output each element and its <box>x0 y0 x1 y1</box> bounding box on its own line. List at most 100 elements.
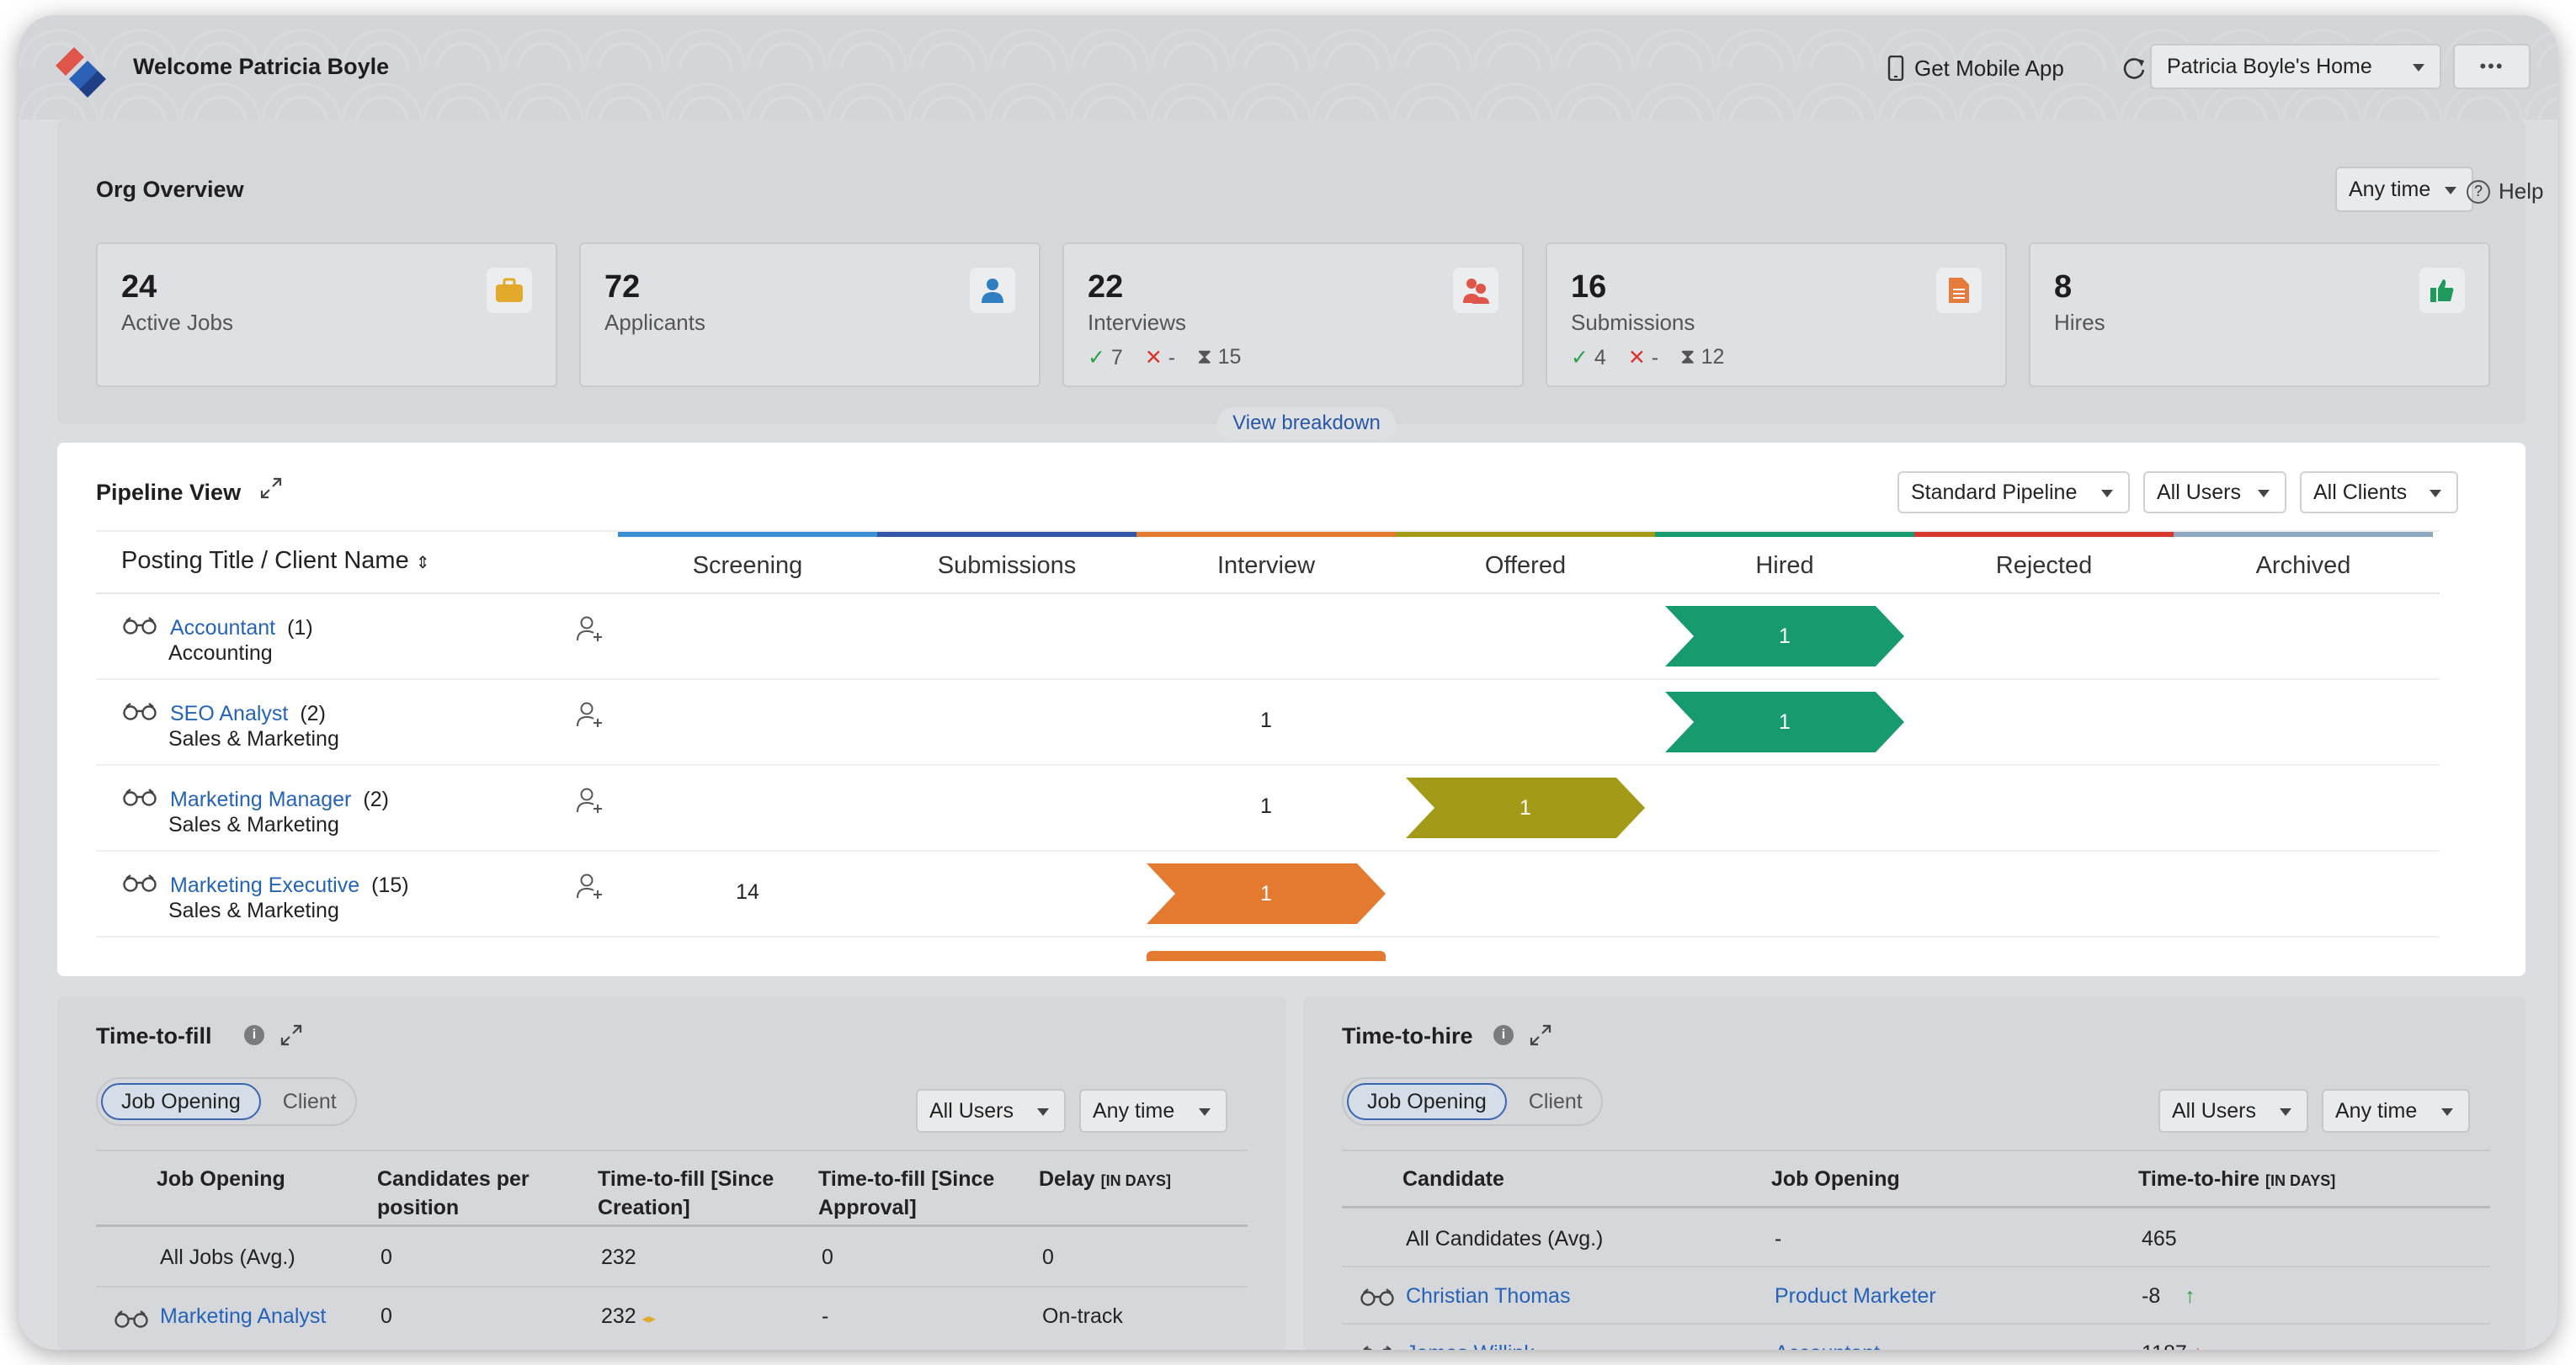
pending-count: 12 <box>1700 345 1725 369</box>
stat-card-hires[interactable]: 8 Hires <box>2029 242 2490 387</box>
thumbs-up-icon <box>2419 268 2465 313</box>
pipeline-type-dropdown[interactable]: Standard Pipeline <box>1897 471 2130 513</box>
stage-hired: Hired <box>1655 532 1914 594</box>
stat-card-applicants[interactable]: 72 Applicants <box>579 242 1041 387</box>
job-title-link[interactable]: Marketing Manager <box>170 788 351 812</box>
stat-label: Applicants <box>604 310 705 335</box>
chevron-down-icon <box>2441 1108 2453 1116</box>
check-icon: ✓ <box>1571 346 1589 369</box>
ttf-cpp-cell: 0 <box>381 1245 392 1269</box>
top-header: Welcome Patricia Boyle Get Mobile App Pa… <box>19 15 2557 120</box>
tth-candidate-link[interactable]: James Willink <box>1406 1341 1535 1350</box>
add-candidate-icon[interactable] <box>576 786 604 815</box>
offered-count-chevron[interactable]: 1 <box>1406 778 1645 838</box>
job-candidate-count: (1) <box>287 616 313 640</box>
pipeline-clients-dropdown[interactable]: All Clients <box>2300 471 2458 513</box>
info-icon[interactable]: i <box>244 1025 264 1045</box>
tth-time-dropdown[interactable]: Any time <box>2322 1089 2470 1133</box>
stage-label: Archived <box>2255 551 2351 579</box>
org-overview-panel: Org Overview Any time ? Help 24 Active J… <box>57 120 2543 439</box>
partial-next-row-chevron <box>1147 951 1386 961</box>
interview-status-counts: ✓ 7 ✕ - ⧗ 15 <box>1088 345 1241 370</box>
stage-screening: Screening <box>618 532 877 594</box>
interview-count[interactable]: 1 <box>1136 794 1396 819</box>
stage-label: Screening <box>692 551 803 579</box>
stage-label: Offered <box>1484 551 1567 579</box>
expand-icon[interactable] <box>279 1023 303 1047</box>
add-candidate-icon[interactable] <box>576 700 604 729</box>
tth-job-link[interactable]: Product Marketer <box>1775 1284 1936 1309</box>
ttf-job-link[interactable]: Marketing Analyst <box>160 1304 326 1329</box>
more-options-button[interactable]: ••• <box>2453 44 2531 89</box>
arrow-up-icon: ↑ <box>2185 1284 2195 1308</box>
hired-count-chevron[interactable]: 1 <box>1665 692 1904 752</box>
stat-card-interviews[interactable]: 22 Interviews ✓ 7 ✕ - ⧗ 15 <box>1062 242 1524 387</box>
org-overview-title: Org Overview <box>96 177 244 202</box>
rejected-count: - <box>1651 346 1659 369</box>
time-to-fill-title: Time-to-fill <box>96 1023 212 1049</box>
ttf-creation-cell: 232 <box>601 1245 636 1269</box>
ttf-col-job-opening: Job Opening <box>157 1167 285 1191</box>
org-time-dropdown[interactable]: Any time <box>2335 167 2473 212</box>
job-title-link[interactable]: Accountant <box>170 616 275 640</box>
add-candidate-icon[interactable] <box>576 614 604 643</box>
home-dropdown[interactable]: Patricia Boyle's Home <box>2150 44 2441 89</box>
expand-icon[interactable] <box>1529 1023 1552 1047</box>
posting-title-header-label: Posting Title / Client Name <box>121 547 409 574</box>
tth-client-tab[interactable]: Client <box>1514 1090 1598 1114</box>
tth-candidate-link[interactable]: Christian Thomas <box>1406 1284 1570 1309</box>
trend-neutral-icon: ◂▸ <box>641 1312 656 1326</box>
stage-label: Submissions <box>937 551 1077 579</box>
tth-job-cell: - <box>1775 1227 1782 1251</box>
tth-value: -8 <box>2142 1284 2161 1308</box>
tth-col-time-to-hire: Time-to-hire [IN DAYS] <box>2138 1165 2335 1195</box>
ttf-col-delay: Delay [IN DAYS] <box>1039 1165 1171 1195</box>
sort-icon: ⇕ <box>415 554 430 572</box>
ttf-time-dropdown[interactable]: Any time <box>1079 1089 1227 1133</box>
cancelled-count: - <box>1168 346 1176 369</box>
pipeline-users-dropdown[interactable]: All Users <box>2143 471 2286 513</box>
ttf-users-dropdown[interactable]: All Users <box>916 1089 1066 1133</box>
job-title-link[interactable]: SEO Analyst <box>170 702 288 726</box>
get-mobile-app-label: Get Mobile App <box>1914 55 2064 81</box>
binoculars-icon <box>123 703 157 720</box>
add-candidate-icon[interactable] <box>576 872 604 900</box>
chevron-down-icon <box>2430 490 2441 497</box>
stage-label: Interview <box>1216 551 1316 579</box>
help-link[interactable]: ? Help <box>2467 178 2543 204</box>
info-icon[interactable]: i <box>1493 1025 1514 1045</box>
tth-job-opening-tab[interactable]: Job Opening <box>1347 1083 1507 1120</box>
refresh-button[interactable] <box>2121 47 2147 89</box>
ttf-time-value: Any time <box>1093 1098 1175 1123</box>
expand-icon[interactable] <box>259 476 283 500</box>
cross-icon: ✕ <box>1627 346 1646 369</box>
chevron-down-icon <box>2101 490 2113 497</box>
job-title-link[interactable]: Marketing Executive <box>170 874 359 898</box>
home-dropdown-value: Patricia Boyle's Home <box>2167 54 2372 78</box>
pipeline-row: Marketing Manager (2) Sales & Marketing … <box>96 766 2440 852</box>
stat-card-submissions[interactable]: 16 Submissions ✓ 4 ✕ - ⧗ 12 <box>1546 242 2007 387</box>
posting-title-column-header[interactable]: Posting Title / Client Name ⇕ <box>121 547 430 575</box>
table-row: Christian Thomas Product Marketer -8 ↑ <box>1342 1267 2490 1325</box>
app-logo <box>56 47 106 98</box>
tth-users-dropdown[interactable]: All Users <box>2158 1089 2308 1133</box>
tth-candidate-cell: All Candidates (Avg.) <box>1406 1227 1604 1251</box>
ttf-table-header: Job Opening Candidates per position Time… <box>96 1150 1248 1227</box>
ttf-job-opening-tab[interactable]: Job Opening <box>101 1083 261 1120</box>
get-mobile-app-link[interactable]: Get Mobile App <box>1887 47 2064 89</box>
screening-count[interactable]: 14 <box>618 880 877 905</box>
interview-count-chevron[interactable]: 1 <box>1147 863 1386 924</box>
mobile-phone-icon <box>1887 56 1904 81</box>
ttf-client-tab[interactable]: Client <box>268 1090 352 1114</box>
stat-number: 16 <box>1571 269 1607 305</box>
hired-count-chevron[interactable]: 1 <box>1665 606 1904 667</box>
stage-label: Hired <box>1755 551 1814 579</box>
view-breakdown-button[interactable]: View breakdown <box>1217 407 1396 439</box>
interview-count[interactable]: 1 <box>1136 709 1396 733</box>
tth-job-link[interactable]: Accountant <box>1775 1341 1880 1350</box>
job-client-name: Sales & Marketing <box>168 727 339 751</box>
tth-table-header: Candidate Job Opening Time-to-hire [IN D… <box>1342 1150 2490 1208</box>
interview-count: 1 <box>1260 881 1272 906</box>
tth-value-cell: 465 <box>2142 1227 2177 1251</box>
stat-card-active-jobs[interactable]: 24 Active Jobs <box>96 242 557 387</box>
